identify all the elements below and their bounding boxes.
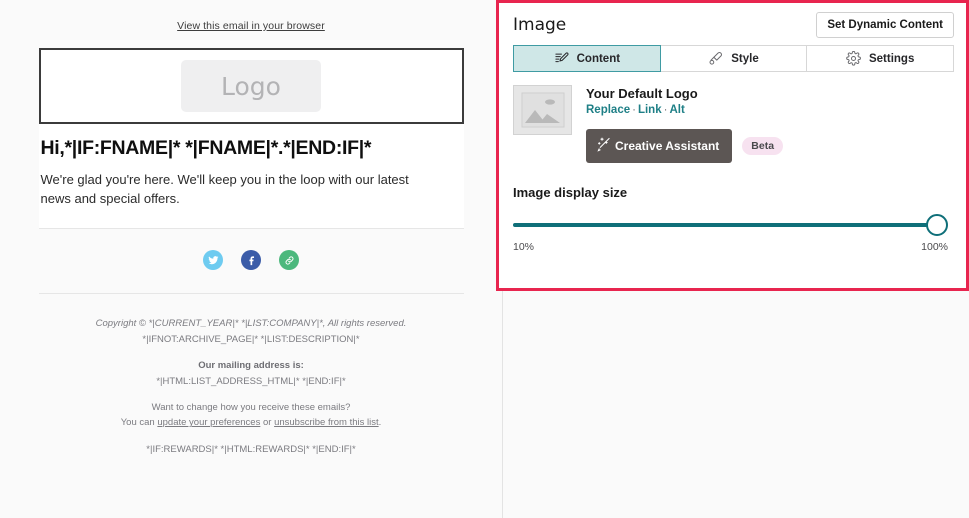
app-root: View this email in your browser Logo Hi,…: [0, 0, 969, 518]
beta-badge: Beta: [742, 137, 784, 155]
image-thumbnail[interactable]: [513, 85, 572, 135]
slider-min-label: 10%: [513, 241, 535, 253]
slider-track: [513, 223, 938, 227]
gear-icon: [846, 51, 861, 66]
footer-preferences-suffix: .: [378, 417, 382, 429]
image-media-row: Your Default Logo Replace · Link · Alt C…: [499, 72, 966, 163]
tab-settings-label: Settings: [868, 52, 915, 65]
editor-header: Image Set Dynamic Content: [499, 3, 966, 42]
slider-scale: 10% 100%: [513, 241, 948, 253]
tab-style-label: Style: [731, 52, 759, 65]
footer-spacer-1: [39, 347, 464, 358]
image-media-text: Your Default Logo Replace · Link · Alt C…: [586, 85, 784, 163]
footer-archive: *|IFNOT:ARCHIVE_PAGE|* *|LIST:DESCRIPTIO…: [142, 333, 360, 345]
image-placeholder-icon: [521, 92, 564, 128]
creative-assistant-button[interactable]: Creative Assistant: [586, 129, 733, 163]
social-icons-row: [39, 229, 464, 293]
link-separator-1: ·: [632, 104, 636, 116]
link-separator-2: ·: [663, 104, 668, 116]
editor-tabs: Content Style Settings: [513, 45, 955, 72]
link-icon[interactable]: [279, 250, 299, 271]
image-action-links: Replace · Link · Alt: [586, 104, 783, 116]
slider-thumb[interactable]: [926, 214, 948, 236]
image-display-size-slider[interactable]: [513, 214, 948, 236]
view-in-browser-row: View this email in your browser: [39, 16, 464, 34]
logo-block[interactable]: Logo: [38, 48, 464, 124]
image-editor-panel: Image Set Dynamic Content Content Style …: [496, 0, 969, 291]
footer-preferences-prefix: You can: [120, 417, 158, 429]
paint-brush-icon: [708, 51, 723, 66]
footer-preferences-question: Want to change how you receive these ema…: [151, 401, 351, 413]
tab-style[interactable]: Style: [659, 45, 808, 72]
email-footer: Copyright © *|CURRENT_YEAR|* *|LIST:COMP…: [39, 294, 464, 457]
image-name: Your Default Logo: [586, 86, 698, 101]
footer-mailing-value: *|HTML:LIST_ADDRESS_HTML|* *|END:IF|*: [156, 375, 346, 387]
twitter-icon[interactable]: [203, 250, 223, 271]
image-display-size-section: Image display size 10% 100%: [499, 163, 966, 253]
greeting-block[interactable]: Hi,*|IF:FNAME|* *|FNAME|*.*|END:IF|* We'…: [38, 124, 464, 229]
update-preferences-link[interactable]: update your preferences: [157, 417, 260, 428]
pencil-edit-icon: [554, 51, 569, 66]
footer-mailing-heading: Our mailing address is:: [198, 360, 304, 372]
creative-assistant-row: Creative Assistant Beta: [586, 129, 784, 163]
image-display-size-label: Image display size: [513, 185, 628, 200]
tab-settings[interactable]: Settings: [806, 45, 955, 72]
footer-rewards: *|IF:REWARDS|* *|HTML:REWARDS|* *|END:IF…: [146, 443, 356, 455]
facebook-icon[interactable]: [241, 250, 261, 271]
tab-content[interactable]: Content: [513, 45, 661, 72]
email-preview-pane: View this email in your browser Logo Hi,…: [0, 0, 503, 518]
replace-link[interactable]: Replace: [586, 104, 630, 116]
logo-placeholder: Logo: [181, 60, 321, 112]
alt-link[interactable]: Alt: [669, 104, 684, 116]
panel-title: Image: [513, 15, 567, 35]
footer-spacer-3: [39, 431, 464, 442]
footer-spacer-2: [39, 389, 464, 400]
unsubscribe-link[interactable]: unsubscribe from this list: [274, 417, 379, 428]
view-in-browser-link[interactable]: View this email in your browser: [177, 20, 325, 32]
creative-assistant-label: Creative Assistant: [615, 139, 720, 153]
footer-preferences-middle: or: [260, 417, 275, 429]
set-dynamic-content-button[interactable]: Set Dynamic Content: [816, 12, 954, 38]
slider-max-label: 100%: [921, 241, 948, 253]
tab-content-label: Content: [576, 52, 621, 65]
greeting-title: Hi,*|IF:FNAME|* *|FNAME|*.*|END:IF|*: [40, 137, 372, 159]
footer-copyright: Copyright © *|CURRENT_YEAR|* *|LIST:COMP…: [95, 318, 407, 330]
link-link[interactable]: Link: [638, 104, 662, 116]
magic-wand-icon: [596, 136, 613, 156]
greeting-body: We're glad you're here. We'll keep you i…: [40, 172, 409, 207]
